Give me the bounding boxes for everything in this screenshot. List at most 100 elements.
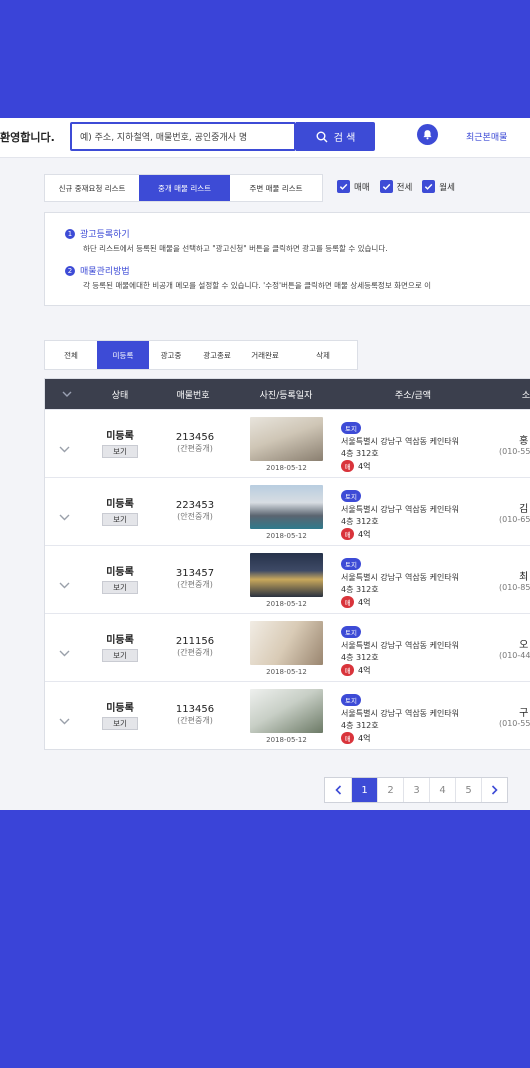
select-all-toggle[interactable] [45,379,89,409]
table-row[interactable]: 미등록 보기 211156 (간편중개) 2018-05-12 토지 서울특별시… [45,613,530,681]
guide-desc: 각 등록된 매물에대한 비공개 메모를 설정할 수 있습니다. '수정'버튼을 … [83,281,431,290]
top-header: 환영합니다. 예) 주소, 지하철역, 매물번호, 공인중개사 명 검 색 최근… [0,118,530,158]
checkbox-checked-icon [379,180,393,193]
page-button-4[interactable]: 4 [429,778,455,802]
filter-monthly-label: 월세 [439,182,455,193]
filter-monthly[interactable]: 월세 [422,180,455,193]
search-button[interactable]: 검 색 [296,122,375,151]
owner-name: 김 [519,504,529,515]
tab-deleted[interactable]: 삭제 [289,341,357,369]
search-input[interactable]: 예) 주소, 지하철역, 매물번호, 공인중개사 명 [70,122,296,151]
page-button-2[interactable]: 2 [377,778,403,802]
header-listing-number: 매물번호 [176,390,210,401]
address-price-cell: 토지 서울특별시 강남구 역삼동 케인타워 4층 312호 매 4억 [341,552,459,608]
view-button[interactable]: 보기 [102,717,138,730]
price-row: 매 4억 [341,732,459,744]
guide-title: 광고등록하기 [80,230,130,240]
tab-brokerage-listings[interactable]: 중개 매물 리스트 [139,175,230,201]
pagination: 1 2 3 4 5 [324,777,508,803]
register-date: 2018-05-12 [266,600,307,608]
photo-cell: 2018-05-12 [250,485,323,540]
guide-item-ad-register: 1 광고등록하기 하단 리스트에서 등록된 매물을 선택하고 "광고신청" 버튼을… [65,227,388,254]
chevron-left-icon [334,785,341,795]
status-label: 미등록 [106,499,134,510]
table-row[interactable]: 미등록 보기 313457 (간편중개) 2018-05-12 토지 서울특별시… [45,545,530,613]
status-label: 미등록 [106,567,134,578]
list-type-tabs: 신규 중재요청 리스트 중개 매물 리스트 주변 매물 리스트 [44,174,323,202]
owner-name: 구 [519,708,529,719]
address-line-2: 4층 312호 [341,721,379,730]
view-button[interactable]: 보기 [102,445,138,458]
row-expand-toggle[interactable] [59,710,70,729]
listing-number: 223453 [175,500,215,511]
prev-page-button[interactable] [325,778,351,802]
header-owner: 소 [521,390,530,401]
listing-type: (안전중개) [177,512,213,521]
status-cell: 미등록 보기 [90,563,150,594]
notification-button[interactable] [417,124,438,145]
page-button-5[interactable]: 5 [455,778,481,802]
address-price-cell: 토지 서울특별시 강남구 역삼동 케인타워 4층 312호 매 4억 [341,688,459,744]
page-button-3[interactable]: 3 [403,778,429,802]
price-row: 매 4억 [341,528,459,540]
row-expand-toggle[interactable] [59,506,70,525]
filter-sale[interactable]: 매매 [337,180,370,193]
row-expand-toggle[interactable] [59,642,70,661]
chevron-down-icon [59,718,70,725]
owner-cell: 최 (010-85 [499,568,530,592]
address-line-1: 서울특별시 강남구 역삼동 케인타워 [341,505,460,514]
chevron-down-icon [59,446,70,453]
row-expand-toggle[interactable] [59,574,70,593]
view-button[interactable]: 보기 [102,513,138,526]
tab-deal-complete[interactable]: 거래완료 [241,341,289,369]
table-row[interactable]: 미등록 보기 223453 (안전중개) 2018-05-12 토지 서울특별시… [45,477,530,545]
search-button-label: 검 색 [333,133,356,144]
welcome-text: 환영합니다. [0,131,55,144]
address-line-2: 4층 312호 [341,653,379,662]
page-button-1[interactable]: 1 [351,778,377,802]
sale-badge: 매 [341,528,354,540]
row-expand-toggle[interactable] [59,438,70,457]
view-button[interactable]: 보기 [102,581,138,594]
tab-new-requests[interactable]: 신규 중재요청 리스트 [45,175,139,201]
owner-name: 홍 [519,436,529,447]
listing-type: (간편중개) [177,580,213,589]
property-type-badge: 토지 [341,694,361,706]
property-photo[interactable] [250,485,323,529]
price-value: 4억 [358,665,371,675]
price-row: 매 4억 [341,664,459,676]
address-price-cell: 토지 서울특별시 강남구 역삼동 케인타워 4층 312호 매 4억 [341,416,459,472]
listing-number: 211156 [175,636,215,647]
tab-nearby-listings[interactable]: 주변 매물 리스트 [230,175,322,201]
filter-jeonse[interactable]: 전세 [379,180,412,193]
owner-cell: 오 (010-44 [499,636,530,660]
register-date: 2018-05-12 [266,532,307,540]
sale-badge: 매 [341,596,354,608]
view-button[interactable]: 보기 [102,649,138,662]
next-page-button[interactable] [481,778,507,802]
register-date: 2018-05-12 [266,736,307,744]
property-photo[interactable] [250,621,323,665]
chevron-down-icon [62,391,72,397]
property-photo[interactable] [250,553,323,597]
tab-unregistered[interactable]: 미등록 [97,341,149,369]
property-photo[interactable] [250,689,323,733]
owner-name: 오 [519,640,529,651]
table-row[interactable]: 미등록 보기 113456 (간편중개) 2018-05-12 토지 서울특별시… [45,681,530,749]
address-line-1: 서울특별시 강남구 역삼동 케인타워 [341,573,460,582]
listing-number: 213456 [175,432,215,443]
listing-number-cell: 211156 (간편중개) [160,636,230,658]
header-address-price: 주소/금액 [394,390,432,401]
address-line-1: 서울특별시 강남구 역삼동 케인타워 [341,709,460,718]
address-line-2: 4층 312호 [341,449,379,458]
tab-ad-ended[interactable]: 광고종료 [193,341,241,369]
chevron-right-icon [491,785,498,795]
tab-advertising[interactable]: 광고중 [149,341,193,369]
tab-all[interactable]: 전체 [45,341,97,369]
table-row[interactable]: 미등록 보기 213456 (간편중개) 2018-05-12 토지 서울특별시… [45,409,530,477]
chevron-down-icon [59,650,70,657]
listing-number-cell: 313457 (간편중개) [160,568,230,590]
property-photo[interactable] [250,417,323,461]
recent-listings-link[interactable]: 최근본매물 [466,130,507,143]
owner-phone: (010-55 [499,447,530,456]
